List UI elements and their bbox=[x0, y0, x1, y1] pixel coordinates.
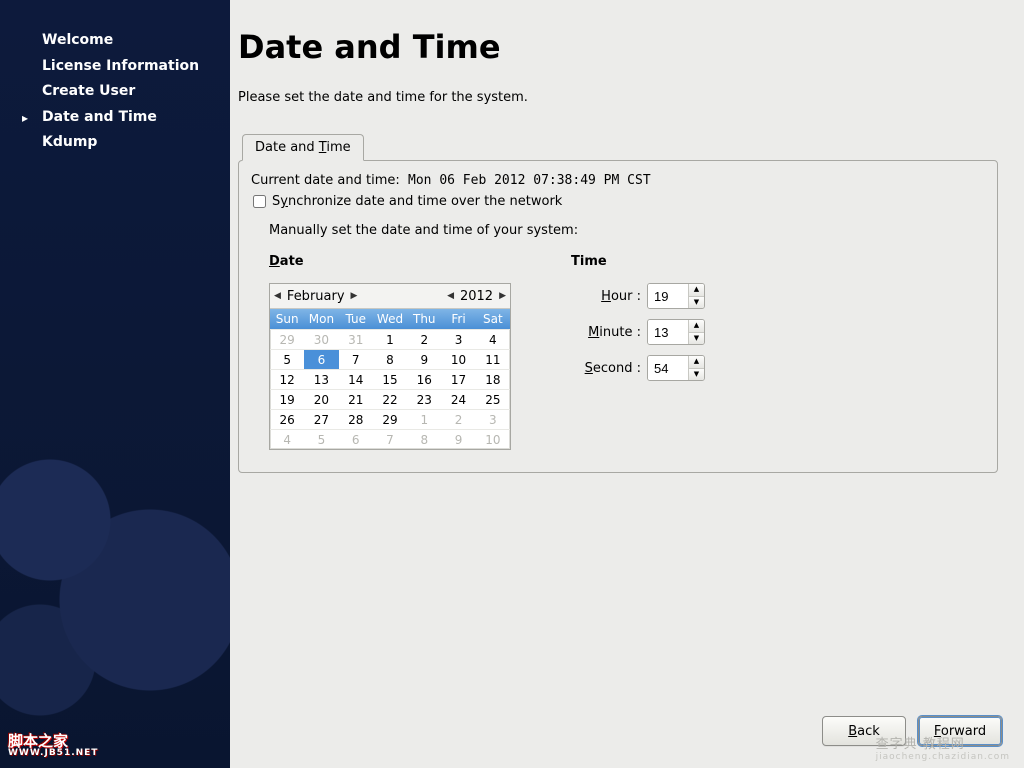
calendar-day[interactable]: 5 bbox=[270, 349, 304, 369]
sidebar-item-date-and-time[interactable]: ▸ Date and Time bbox=[0, 105, 230, 131]
hour-down-icon[interactable]: ▼ bbox=[689, 297, 704, 309]
calendar[interactable]: ◀ February ▶ ◀ 2012 ▶ SunMonTu bbox=[269, 283, 511, 450]
minute-label: Minute : bbox=[571, 325, 647, 340]
next-year-icon[interactable]: ▶ bbox=[499, 291, 506, 301]
current-datetime-line: Current date and time: Mon 06 Feb 2012 0… bbox=[251, 173, 985, 188]
calendar-day-selected[interactable]: 6 bbox=[304, 349, 338, 369]
calendar-day-header: Fri bbox=[441, 309, 475, 329]
sync-label: Synchronize date and time over the netwo… bbox=[272, 194, 562, 209]
watermark-right: 查字典 教程网 jiaocheng.chazidian.com bbox=[876, 733, 1010, 762]
calendar-day-header: Wed bbox=[373, 309, 407, 329]
calendar-day[interactable]: 25 bbox=[476, 389, 510, 409]
date-section-header: Date bbox=[269, 254, 511, 269]
calendar-day[interactable]: 14 bbox=[339, 369, 373, 389]
notebook: Date and Time Current date and time: Mon… bbox=[238, 133, 998, 473]
page-title: Date and Time bbox=[238, 28, 1024, 66]
second-label: Second : bbox=[571, 361, 647, 376]
calendar-day[interactable]: 20 bbox=[304, 389, 338, 409]
minute-input[interactable] bbox=[648, 320, 688, 344]
calendar-day[interactable]: 8 bbox=[373, 349, 407, 369]
calendar-day[interactable]: 7 bbox=[339, 349, 373, 369]
calendar-day: 10 bbox=[476, 429, 510, 449]
main-panel: Date and Time Please set the date and ti… bbox=[230, 0, 1024, 768]
calendar-month: February bbox=[287, 289, 345, 304]
calendar-day[interactable]: 19 bbox=[270, 389, 304, 409]
hour-up-icon[interactable]: ▲ bbox=[689, 284, 704, 297]
sidebar-item-label: Date and Time bbox=[42, 108, 157, 128]
calendar-day[interactable]: 24 bbox=[441, 389, 475, 409]
calendar-day: 6 bbox=[339, 429, 373, 449]
calendar-day: 2 bbox=[441, 409, 475, 429]
calendar-day[interactable]: 21 bbox=[339, 389, 373, 409]
hour-input[interactable] bbox=[648, 284, 688, 308]
calendar-day[interactable]: 26 bbox=[270, 409, 304, 429]
hour-spinner[interactable]: ▲▼ bbox=[647, 283, 705, 309]
minute-down-icon[interactable]: ▼ bbox=[689, 333, 704, 345]
calendar-day[interactable]: 2 bbox=[407, 329, 441, 349]
calendar-day[interactable]: 16 bbox=[407, 369, 441, 389]
calendar-day: 1 bbox=[407, 409, 441, 429]
second-up-icon[interactable]: ▲ bbox=[689, 356, 704, 369]
calendar-day-header: Thu bbox=[407, 309, 441, 329]
manual-instruction: Manually set the date and time of your s… bbox=[269, 223, 985, 238]
calendar-day[interactable]: 12 bbox=[270, 369, 304, 389]
calendar-day: 31 bbox=[339, 329, 373, 349]
calendar-day[interactable]: 17 bbox=[441, 369, 475, 389]
calendar-day[interactable]: 13 bbox=[304, 369, 338, 389]
calendar-day-header: Sun bbox=[270, 309, 304, 329]
sidebar: Welcome License Information Create User ▸ Da… bbox=[0, 0, 230, 768]
calendar-day[interactable]: 28 bbox=[339, 409, 373, 429]
calendar-day: 30 bbox=[304, 329, 338, 349]
sidebar-item-label: Welcome bbox=[42, 31, 113, 51]
calendar-day[interactable]: 15 bbox=[373, 369, 407, 389]
sync-checkbox-row[interactable]: Synchronize date and time over the netwo… bbox=[251, 194, 985, 209]
calendar-day[interactable]: 11 bbox=[476, 349, 510, 369]
sync-checkbox[interactable] bbox=[253, 195, 266, 208]
current-datetime-value: Mon 06 Feb 2012 07:38:49 PM CST bbox=[408, 173, 651, 188]
prev-month-icon[interactable]: ◀ bbox=[274, 291, 281, 301]
calendar-day-header: Sat bbox=[476, 309, 510, 329]
calendar-day[interactable]: 18 bbox=[476, 369, 510, 389]
calendar-day: 4 bbox=[270, 429, 304, 449]
tab-date-and-time[interactable]: Date and Time bbox=[242, 134, 364, 161]
minute-spinner[interactable]: ▲▼ bbox=[647, 319, 705, 345]
calendar-year: 2012 bbox=[460, 289, 493, 304]
prev-year-icon[interactable]: ◀ bbox=[447, 291, 454, 301]
sidebar-item-label: License Information bbox=[42, 57, 199, 77]
time-section-header: Time bbox=[571, 254, 705, 269]
sidebar-item-label: Kdump bbox=[42, 133, 97, 153]
sidebar-item-license-information[interactable]: License Information bbox=[0, 54, 230, 80]
calendar-day: 8 bbox=[407, 429, 441, 449]
watermark-left: 脚本之家 WWW.JB51.NET bbox=[8, 734, 98, 758]
second-spinner[interactable]: ▲▼ bbox=[647, 355, 705, 381]
minute-up-icon[interactable]: ▲ bbox=[689, 320, 704, 333]
calendar-day[interactable]: 29 bbox=[373, 409, 407, 429]
active-step-arrow-icon: ▸ bbox=[22, 110, 28, 127]
calendar-day-header: Mon bbox=[304, 309, 338, 329]
calendar-day: 9 bbox=[441, 429, 475, 449]
page-description: Please set the date and time for the sys… bbox=[238, 90, 1024, 105]
calendar-day[interactable]: 27 bbox=[304, 409, 338, 429]
sidebar-item-label: Create User bbox=[42, 82, 135, 102]
calendar-day: 5 bbox=[304, 429, 338, 449]
sidebar-item-welcome[interactable]: Welcome bbox=[0, 28, 230, 54]
second-input[interactable] bbox=[648, 356, 688, 380]
hour-label: Hour : bbox=[571, 289, 647, 304]
calendar-day[interactable]: 22 bbox=[373, 389, 407, 409]
sidebar-item-kdump[interactable]: Kdump bbox=[0, 130, 230, 156]
calendar-day-header: Tue bbox=[339, 309, 373, 329]
next-month-icon[interactable]: ▶ bbox=[351, 291, 358, 301]
calendar-day[interactable]: 3 bbox=[441, 329, 475, 349]
calendar-day: 7 bbox=[373, 429, 407, 449]
second-down-icon[interactable]: ▼ bbox=[689, 369, 704, 381]
calendar-day[interactable]: 9 bbox=[407, 349, 441, 369]
calendar-day[interactable]: 23 bbox=[407, 389, 441, 409]
calendar-day[interactable]: 10 bbox=[441, 349, 475, 369]
sidebar-item-create-user[interactable]: Create User bbox=[0, 79, 230, 105]
calendar-day: 29 bbox=[270, 329, 304, 349]
calendar-day[interactable]: 1 bbox=[373, 329, 407, 349]
calendar-day: 3 bbox=[476, 409, 510, 429]
calendar-day[interactable]: 4 bbox=[476, 329, 510, 349]
